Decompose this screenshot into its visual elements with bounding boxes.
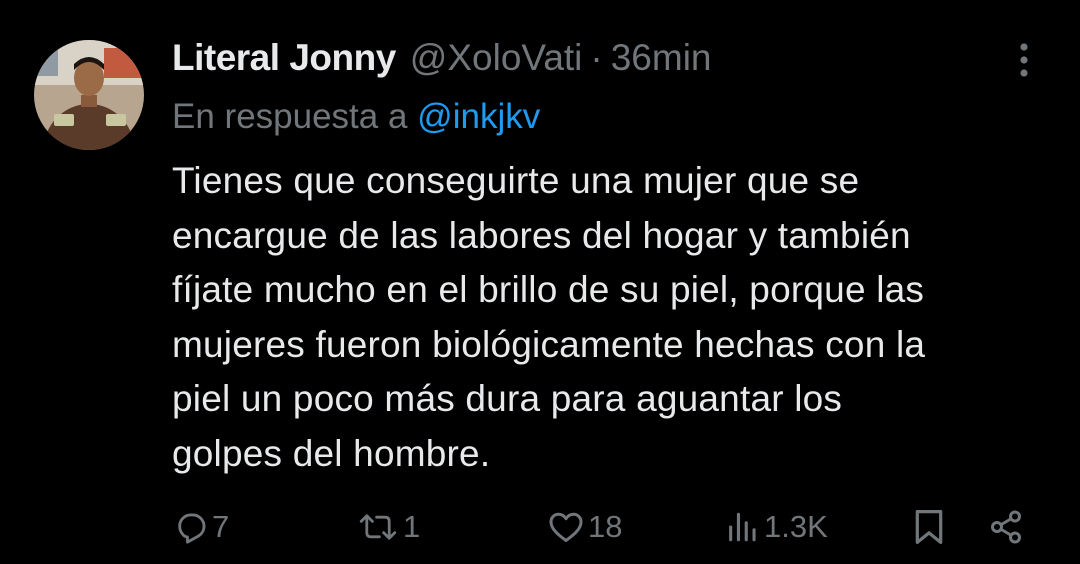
share-icon [988,509,1024,545]
author-name[interactable]: Literal Jonny [172,36,396,80]
like-count: 18 [588,509,623,544]
tweet-text: Tienes que conseguirte una mujer que se … [172,160,926,474]
retweet-button[interactable]: 1 [357,500,420,554]
reply-count: 7 [212,509,230,544]
reply-icon [174,510,208,544]
share-button[interactable] [988,500,1024,554]
reply-mention-link[interactable]: @inkjkv [417,97,540,136]
tweet-header: Literal Jonny @XoloVati · 36min [172,36,712,80]
reply-context: En respuesta a @inkjkv [172,95,540,139]
heart-icon [548,510,584,544]
bookmark-icon [912,508,946,546]
bookmark-button[interactable] [912,500,946,554]
reply-button[interactable]: 7 [174,500,229,554]
tweet[interactable]: Literal Jonny @XoloVati · 36min En respu… [0,0,1080,564]
more-vertical-icon[interactable] [1004,40,1044,80]
tweet-timestamp[interactable]: 36min [611,36,712,80]
author-handle[interactable]: @XoloVati [410,36,583,80]
avatar[interactable] [34,40,144,150]
retweet-count: 1 [403,509,421,544]
views-button[interactable]: 1.3K [724,500,828,554]
reply-prefix: En respuesta a [172,97,408,136]
views-count: 1.3K [764,509,828,544]
action-bar: 7 1 18 1.3K [0,500,1080,554]
header-separator: · [590,37,603,78]
retweet-icon [357,510,399,544]
views-icon [724,510,760,544]
like-button[interactable]: 18 [548,500,622,554]
